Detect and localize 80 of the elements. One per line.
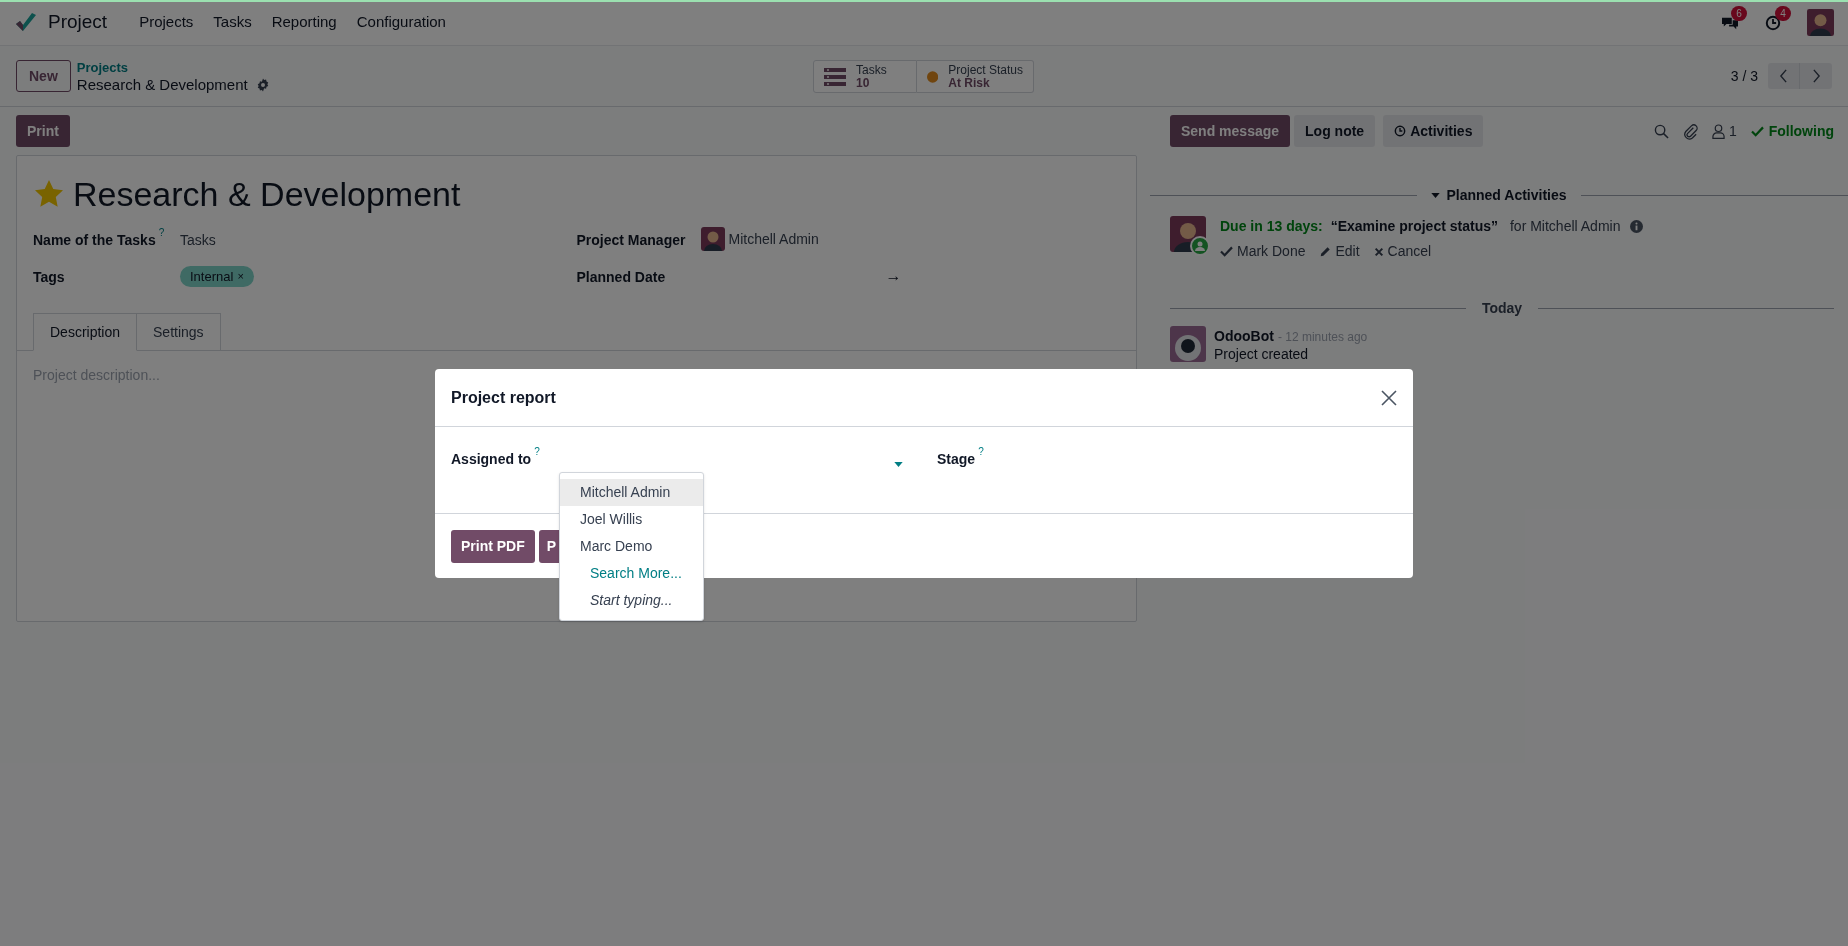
chatter-button[interactable]: Log note: [1294, 115, 1376, 147]
activity-action[interactable]: Mark Done: [1220, 241, 1306, 262]
check-icon: [1220, 246, 1233, 257]
field-label: Stage: [937, 450, 976, 469]
followers-button[interactable]: 1: [1711, 120, 1737, 142]
activity-assignee: for Mitchell Admin: [1510, 217, 1621, 236]
check-icon: [1750, 125, 1764, 137]
help-tooltip[interactable]: ?: [534, 447, 540, 457]
range-arrow: →: [885, 267, 902, 285]
user-icon: [1711, 123, 1725, 139]
paperclip-icon[interactable]: [1682, 122, 1698, 140]
field-value[interactable]: Mitchell Admin: [728, 228, 819, 250]
status-dot: [927, 70, 939, 83]
close-button[interactable]: [1381, 389, 1397, 406]
bot-avatar: [1170, 326, 1206, 362]
menu-item[interactable]: Reporting: [261, 7, 347, 38]
activity-action[interactable]: Cancel: [1373, 241, 1432, 262]
field-label: Planned Date: [576, 268, 666, 287]
menu-item[interactable]: Projects: [129, 7, 204, 38]
field-label: Tags: [33, 268, 65, 287]
count-badge: 4: [1775, 5, 1791, 21]
field-label: Project Manager: [576, 231, 686, 250]
chatter-button[interactable]: Activities: [1383, 115, 1484, 147]
chevron-right-icon: [1811, 69, 1821, 83]
dropdown-option[interactable]: Search More...: [560, 560, 703, 587]
user-avatar[interactable]: [1807, 9, 1834, 36]
stat-button[interactable]: Tasks 10: [813, 60, 917, 93]
caret-icon: [894, 462, 903, 467]
clock-icon: [1394, 125, 1407, 137]
dropdown-option[interactable]: Joel Willis: [560, 506, 703, 533]
breadcrumb-link[interactable]: Projects: [76, 59, 270, 76]
message-body: Project created: [1214, 347, 1310, 362]
activity-action[interactable]: Edit: [1319, 241, 1360, 262]
tab[interactable]: Settings: [137, 313, 221, 351]
settings-icon[interactable]: [255, 77, 270, 92]
help-tooltip[interactable]: ?: [978, 447, 984, 457]
dropdown-hint: Start typing...: [589, 591, 674, 610]
menu-item[interactable]: Configuration: [346, 7, 456, 38]
activity-summary: “Examine project status”: [1330, 217, 1498, 236]
previous-button[interactable]: [1768, 63, 1800, 89]
menu-item[interactable]: Tasks: [203, 7, 262, 38]
app-name[interactable]: Project: [48, 8, 108, 37]
footer-button[interactable]: Print PDF: [451, 529, 535, 563]
remove-tag-button[interactable]: ×: [237, 268, 244, 285]
stat-button[interactable]: Project Status At Risk: [917, 60, 1034, 93]
new-button[interactable]: New: [16, 60, 71, 92]
pencil-icon: [1319, 245, 1332, 258]
record-title: Research & Development: [73, 174, 461, 214]
date-separator: Today: [1481, 299, 1523, 318]
dropdown-option[interactable]: Mitchell Admin: [560, 479, 703, 506]
caret-icon: [1431, 193, 1441, 198]
record-name: Research & Development: [76, 76, 248, 93]
close-icon: [1381, 389, 1397, 406]
activity-type-icon: [1190, 236, 1210, 256]
dropdown-option[interactable]: Marc Demo: [560, 533, 703, 560]
field-value[interactable]: Tasks: [180, 230, 216, 251]
tag-label: Internal: [190, 267, 234, 286]
info-icon[interactable]: [1630, 220, 1644, 233]
star-icon[interactable]: [33, 178, 65, 210]
following-button[interactable]: Following: [1750, 120, 1834, 142]
chatter-button[interactable]: Send message: [1170, 115, 1291, 147]
tag-chip[interactable]: Internal ×: [180, 266, 254, 287]
planned-activities-toggle[interactable]: Planned Activities: [1431, 185, 1567, 206]
tab[interactable]: Description: [33, 313, 138, 351]
list-icon: [824, 67, 846, 86]
next-button[interactable]: [1800, 63, 1832, 89]
pager-value: 3 / 3: [1730, 66, 1758, 86]
dialog-title: Project report: [451, 387, 556, 408]
count-badge: 6: [1731, 5, 1747, 21]
field-label: Assigned to: [451, 450, 532, 469]
print-button[interactable]: Print: [16, 115, 70, 147]
chevron-left-icon: [1779, 69, 1788, 83]
clock-icon[interactable]: [1765, 14, 1781, 31]
message-author: OdooBot: [1214, 327, 1274, 346]
search-icon[interactable]: [1653, 123, 1669, 139]
close-icon: [1373, 246, 1384, 257]
due-label: Due in 13 days:: [1220, 217, 1323, 236]
user-avatar: [700, 227, 725, 251]
help-tooltip[interactable]: ?: [158, 228, 165, 238]
field-label: Name of the Tasks: [33, 231, 156, 250]
